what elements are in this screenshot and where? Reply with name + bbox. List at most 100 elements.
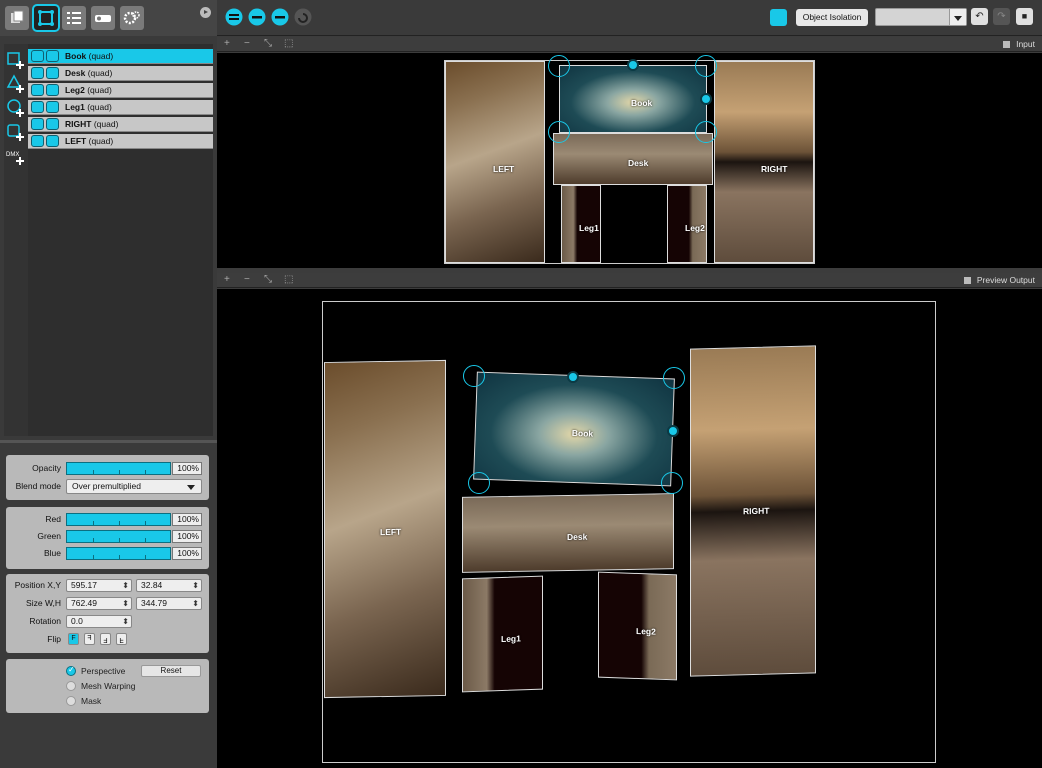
move-handle-icon[interactable] [627,59,639,71]
layer-row[interactable]: Leg1 (quad) [28,100,213,115]
settings-tab[interactable] [120,6,144,30]
opacity-value[interactable]: 100% [172,462,202,475]
flip-none-button[interactable]: F [68,633,79,645]
input-quad-leg2[interactable]: Leg2 [667,185,707,263]
layer-row[interactable]: Leg2 (quad) [28,83,213,98]
align-horizontal-icon[interactable] [225,8,243,26]
output-quad-leg2[interactable]: Leg2 [598,571,677,681]
layer-row[interactable]: Book (quad) [28,49,213,64]
output-quad-left[interactable]: LEFT [324,359,446,699]
visibility-toggle[interactable] [31,118,44,130]
flip-horizontal-button[interactable]: F [84,633,95,645]
quad-label: RIGHT [743,505,770,517]
mask-checkbox[interactable] [66,696,76,706]
isolation-select[interactable] [875,8,967,26]
flip-both-button[interactable]: F [100,633,111,645]
input-quad-book[interactable]: Book [559,65,707,133]
app-window: DMX Book (quad) Desk (quad) Leg2 (quad) Leg… [0,0,1042,768]
visibility-toggle[interactable] [31,135,44,147]
list-icon [67,12,81,24]
blue-slider[interactable] [66,547,171,560]
red-value[interactable]: 100% [172,513,202,526]
size-w-input[interactable]: 762.49 [66,597,132,610]
perspective-checkbox[interactable] [66,665,76,676]
lock-toggle[interactable] [46,101,59,113]
position-x-input[interactable]: 595.17 [66,579,132,592]
align-top-icon[interactable] [248,8,266,26]
input-quad-desk[interactable]: Desk [553,133,713,185]
lock-toggle[interactable] [46,84,59,96]
zoom-in-icon[interactable]: + [224,38,230,49]
input-quad-leg1[interactable]: Leg1 [561,185,601,263]
panel-tabs [0,0,217,36]
zoom-out-icon[interactable]: − [244,38,250,49]
fit-icon[interactable]: ⤡ [264,274,272,285]
lock-toggle[interactable] [46,118,59,130]
opacity-slider[interactable] [66,462,171,475]
align-bottom-icon[interactable] [271,8,289,26]
add-quad-icon[interactable] [6,50,26,70]
input-quad-left[interactable]: LEFT [445,61,545,263]
layer-row[interactable]: Desk (quad) [28,66,213,81]
frame-icon[interactable]: ⬚ [284,38,293,49]
layer-row[interactable]: LEFT (quad) [28,134,213,149]
collapse-panel-button[interactable] [200,7,211,18]
green-value[interactable]: 100% [172,530,202,543]
input-quad-right[interactable]: RIGHT [714,61,814,263]
input-view[interactable]: LEFT RIGHT Desk Book Leg1 Leg2 [217,53,1042,268]
undo-button[interactable]: ↶ [971,8,988,25]
mesh-warping-checkbox[interactable] [66,681,76,691]
list-tab[interactable] [62,6,86,30]
rotation-input[interactable]: 0.0 [66,615,132,628]
blend-mode-select[interactable]: Over premultiplied [66,479,202,494]
corner-handle[interactable] [663,367,685,389]
add-mask-icon[interactable] [6,122,26,142]
lock-toggle[interactable] [46,135,59,147]
add-dmx-icon[interactable]: DMX [6,146,26,166]
corner-handle[interactable] [463,365,485,387]
lock-toggle[interactable] [46,50,59,62]
layers-tab[interactable] [5,6,29,30]
visibility-toggle[interactable] [31,101,44,113]
corner-handle[interactable] [695,55,717,77]
output-quad-right[interactable]: RIGHT [690,345,816,677]
frame-icon[interactable]: ⬚ [284,274,293,285]
output-quad-leg1[interactable]: Leg1 [462,575,543,693]
zoom-in-icon[interactable]: + [224,274,230,285]
position-y-input[interactable]: 32.84 [136,579,202,592]
corner-handle[interactable] [548,55,570,77]
quad-mapping-tab[interactable] [32,4,60,32]
object-isolation-button[interactable]: Object Isolation [796,9,868,26]
zoom-out-icon[interactable]: − [244,274,250,285]
output-view[interactable]: LEFT RIGHT Desk Book Leg1 Leg2 [217,289,1042,768]
add-circle-icon[interactable] [6,98,26,118]
rotate-handle-icon[interactable] [700,93,712,105]
add-triangle-icon[interactable] [6,74,26,94]
flip-vertical-button[interactable]: F [116,633,127,645]
rotate-icon[interactable] [294,8,312,26]
projector-tab[interactable] [91,6,115,30]
quad-label: RIGHT [761,164,788,174]
size-h-input[interactable]: 344.79 [136,597,202,610]
visibility-toggle[interactable] [31,50,44,62]
corner-handle[interactable] [695,121,717,143]
isolation-icon[interactable] [770,9,787,26]
output-quad-book[interactable]: Book [473,371,675,487]
visibility-toggle[interactable] [31,67,44,79]
output-quad-desk[interactable]: Desk [462,493,674,573]
green-slider[interactable] [66,530,171,543]
fit-icon[interactable]: ⤡ [264,38,272,49]
visibility-toggle[interactable] [31,84,44,96]
move-handle-icon[interactable] [567,371,579,383]
layer-row[interactable]: RIGHT (quad) [28,117,213,132]
corner-handle[interactable] [548,121,570,143]
redo-button[interactable]: ↷ [993,8,1010,25]
reset-button[interactable]: Reset [141,665,201,677]
lock-toggle[interactable] [46,67,59,79]
lock-button[interactable]: ■ [1016,8,1033,25]
corner-handle[interactable] [661,472,683,494]
red-slider[interactable] [66,513,171,526]
rotate-handle-icon[interactable] [667,425,679,437]
corner-handle[interactable] [468,472,490,494]
blue-value[interactable]: 100% [172,547,202,560]
